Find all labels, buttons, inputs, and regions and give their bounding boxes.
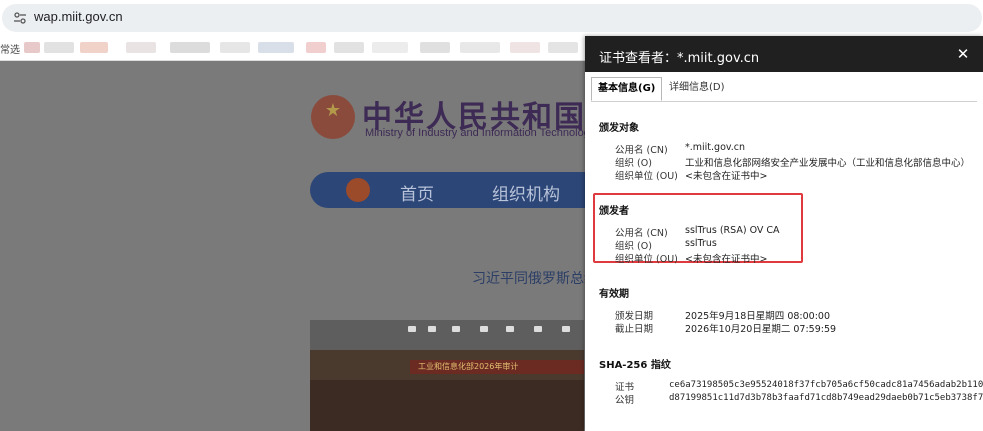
bookmark-item[interactable] [170,42,210,53]
section-fingerprint-heading: SHA-256 指纹 [599,360,671,371]
section-issued-by-heading: 颁发者 [599,206,629,217]
bookmark-item[interactable] [510,42,540,53]
field-value: 2025年9月18日星期四 08:00:00 [685,311,830,322]
field-label: 证书 [615,382,635,393]
field-label: 截止日期 [615,324,654,335]
stage-light [534,326,542,332]
bookmark-item[interactable] [334,42,364,53]
bookmark-item[interactable] [80,42,108,53]
stage-light [562,326,570,332]
site-subtitle: Ministry of Industry and Information Tec… [365,127,596,139]
bookmark-item[interactable] [420,42,450,53]
field-value: d87199851c11d7d3b78b3faafd71cd8b749ead29… [669,393,983,403]
field-value: <未包含在证书中> [685,171,768,182]
bookmark-item[interactable]: 常选 [0,41,20,56]
field-label: 组织 (O) [615,241,652,252]
url-text[interactable]: wap.miit.gov.cn [34,9,123,24]
bookmark-item[interactable] [548,42,578,53]
stage-light [480,326,488,332]
photo-ceiling [310,320,584,350]
field-label: 组织单位 (OU) [615,254,678,265]
section-issued-to-heading: 颁发对象 [599,123,639,134]
field-value: *.miit.gov.cn [685,142,746,153]
news-photo[interactable]: 工业和信息化部2026年审计 [310,320,584,431]
tab-bar: 基本信息(G) 详细信息(D) [591,77,977,102]
bookmark-item[interactable] [460,42,500,53]
field-value: sslTrus (RSA) OV CA [685,225,780,236]
photo-stage [310,380,584,431]
photo-banner-text: 工业和信息化部2026年审计 [418,362,519,371]
stage-light [506,326,514,332]
bookmark-item[interactable] [24,42,40,53]
field-value: ce6a73198505c3e95524018f37fcb705a6cf50ca… [669,380,983,390]
field-label: 公用名 (CN) [615,145,668,156]
close-icon[interactable]: ✕ [955,46,971,62]
tab-details[interactable]: 详细信息(D) [663,77,731,99]
field-value: sslTrus [685,238,717,249]
bookmark-item[interactable] [258,42,294,53]
bookmark-item[interactable] [126,42,156,53]
stage-light [428,326,436,332]
stage-light [408,326,416,332]
field-label: 组织 (O) [615,158,652,169]
url-field[interactable]: wap.miit.gov.cn [2,4,982,32]
news-headline[interactable]: 习近平同俄罗斯总统 [472,268,598,288]
address-bar: wap.miit.gov.cn [0,0,983,36]
tab-general[interactable]: 基本信息(G) [591,77,663,101]
nav-item-home[interactable]: 首页 [400,180,434,205]
field-label: 颁发日期 [615,311,654,322]
site-info-icon[interactable] [12,10,28,26]
field-value: 2026年10月20日星期二 07:59:59 [685,324,837,335]
bookmark-item[interactable] [372,42,408,53]
national-emblem-icon: ★ [311,95,355,139]
stage-light [452,326,460,332]
bookmark-item[interactable] [220,42,250,53]
dialog-title: 证书查看者：*.miit.gov.cn [599,51,760,66]
field-value: 工业和信息化部网络安全产业发展中心（工业和信息化部信息中心） [685,158,971,169]
nav-item-organization[interactable]: 组织机构 [492,180,560,205]
field-label: 公用名 (CN) [615,228,668,239]
field-label: 公钥 [615,395,635,406]
certificate-viewer-dialog: 证书查看者：*.miit.gov.cn ✕ 基本信息(G) 详细信息(D) 颁发… [585,36,983,431]
field-value: <未包含在证书中> [685,254,768,265]
dialog-titlebar: 证书查看者：*.miit.gov.cn ✕ [585,36,983,72]
bookmark-item[interactable] [44,42,74,53]
field-label: 组织单位 (OU) [615,171,678,182]
bookmark-item[interactable] [306,42,326,53]
section-validity-heading: 有效期 [599,289,629,300]
nav-logo-icon [346,178,370,202]
photo-banner: 工业和信息化部2026年审计 [410,360,584,374]
